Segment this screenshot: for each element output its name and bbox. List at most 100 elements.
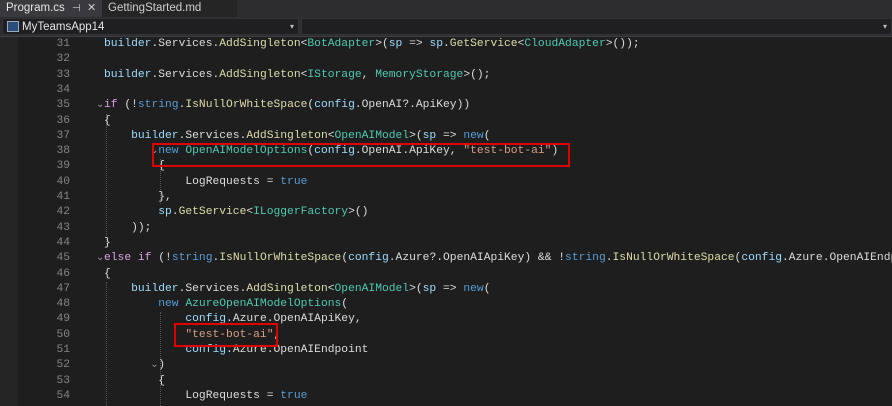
code-token: sp (422, 129, 437, 142)
code-line[interactable]: 43)); (0, 221, 892, 236)
line-number: 31 (56, 38, 70, 50)
code-line[interactable]: 47 builder.Services.AddSingleton<OpenAIMo… (0, 282, 892, 297)
line-number: 33 (56, 68, 70, 81)
code-line[interactable]: 31 builder.Services.AddSingleton<BotAdapt… (0, 37, 892, 52)
code-token: config (348, 252, 389, 265)
code-token: ( (483, 282, 491, 295)
code-line[interactable]: 40 LogRequests = true (0, 175, 892, 190)
code-token: config (741, 252, 783, 265)
code-token: AddSingleton (219, 38, 301, 50)
member-dropdown[interactable]: ▾ (301, 18, 892, 35)
highlight-box-azure-deployment (174, 323, 278, 347)
tab-program-cs[interactable]: Program.cs ⊣ ✕ (0, 0, 102, 17)
code-token: config (314, 99, 355, 112)
line-number: 34 (56, 83, 70, 96)
close-icon[interactable]: ✕ (87, 0, 96, 17)
code-line[interactable]: 53 { (0, 374, 892, 389)
code-line[interactable]: 34 (0, 83, 892, 98)
code-line[interactable]: 45 ⌄ else if (!string.IsNullOrWhiteSpace(c… (0, 251, 892, 266)
code-token: { (158, 374, 166, 387)
code-token: CloudAdapter (524, 38, 606, 50)
code-token: LogRequests = (185, 389, 281, 402)
code-token: >(); (463, 68, 491, 81)
code-token: .Azure?.OpenAIApiKey) && ! (388, 252, 566, 265)
code-token: < (327, 282, 335, 295)
code-token: string (565, 252, 606, 265)
code-token: new (158, 298, 179, 311)
code-token: GetService (178, 206, 247, 219)
code-text: else if (!string.IsNullOrWhiteSpace(conf… (104, 251, 892, 266)
tab-getting-started-md[interactable]: GettingStarted.md (102, 0, 237, 17)
code-text: { (158, 374, 165, 389)
code-token: { (104, 114, 111, 127)
code-token: IsNullOrWhiteSpace (185, 99, 308, 112)
pin-icon[interactable]: ⊣ (72, 0, 81, 17)
chevron-down-icon[interactable]: ▾ (883, 19, 887, 35)
code-token: ) (158, 359, 166, 372)
line-number: 43 (56, 221, 70, 234)
code-token: builder (131, 129, 179, 142)
tab-label: Program.cs (6, 2, 65, 14)
code-line[interactable]: 54 LogRequests = true (0, 389, 892, 404)
line-number: 36 (56, 114, 70, 127)
code-line[interactable]: 35 ⌄ if (!string.IsNullOrWhiteSpace(config… (0, 98, 892, 113)
code-line[interactable]: 51 config.Azure.OpenAIEndpoint (0, 343, 892, 358)
code-token: true (280, 389, 308, 402)
line-number: 48 (56, 298, 70, 311)
code-text: builder.Services.AddSingleton<BotAdapter… (104, 37, 640, 52)
code-token: AddSingleton (246, 282, 328, 295)
code-line[interactable]: 46 { (0, 267, 892, 282)
line-number: 53 (56, 374, 70, 387)
code-token: >( (409, 129, 423, 142)
code-token: BotAdapter (307, 38, 376, 50)
code-token: .Services. (151, 68, 220, 81)
code-text: { (104, 114, 111, 129)
code-text: ) (158, 358, 165, 373)
code-line[interactable]: 50 "test-bot-ai", (0, 328, 892, 343)
code-text: LogRequests = true (185, 175, 307, 190)
code-text: builder.Services.AddSingleton<OpenAIMode… (131, 129, 490, 144)
code-line[interactable]: 42 sp.GetService<ILoggerFactory>() (0, 205, 892, 220)
code-line[interactable]: 49 config.Azure.OpenAIApiKey, (0, 312, 892, 327)
code-token: OpenAIModel (334, 282, 410, 295)
code-token: .OpenAI?.ApiKey)) (354, 99, 471, 112)
line-number: 32 (56, 53, 70, 66)
code-token: GetService (449, 38, 518, 50)
line-number: 52 (56, 359, 70, 372)
code-line[interactable]: 33 builder.Services.AddSingleton<IStorage… (0, 68, 892, 83)
code-token: AddSingleton (219, 68, 301, 81)
code-token: AzureOpenAIModelOptions (185, 298, 342, 311)
code-line[interactable]: 36 { (0, 114, 892, 129)
code-text: { (104, 267, 111, 282)
code-text: } (104, 236, 111, 251)
code-token: } (104, 236, 111, 249)
code-token: ( (483, 129, 491, 142)
code-editor[interactable]: 31 builder.Services.AddSingleton<BotAdapt… (0, 37, 892, 406)
code-token: sp (158, 206, 172, 219)
code-text: )); (131, 221, 151, 236)
code-token: => (436, 129, 464, 142)
code-line[interactable]: 32 (0, 52, 892, 67)
line-number: 51 (56, 344, 70, 356)
line-number: 49 (56, 313, 70, 326)
code-line[interactable]: 52 ⌄) (0, 358, 892, 373)
code-line[interactable]: 37 builder.Services.AddSingleton<OpenAIMo… (0, 129, 892, 144)
code-line[interactable]: 41}, (0, 190, 892, 205)
line-number: 38 (56, 145, 70, 158)
code-token: }, (158, 191, 172, 203)
code-token: IsNullOrWhiteSpace (612, 252, 735, 265)
project-dropdown[interactable]: MyTeamsApp14 ▾ (2, 18, 299, 35)
code-text: }, (158, 190, 172, 205)
line-number: 45 (56, 252, 70, 265)
code-token: builder (131, 282, 179, 295)
code-token: { (104, 267, 111, 280)
code-token: . (171, 206, 179, 219)
chevron-down-icon[interactable]: ▾ (290, 19, 294, 35)
navigation-bar: MyTeamsApp14 ▾ ▾ (0, 17, 892, 37)
code-line[interactable]: 44} (0, 236, 892, 251)
code-token: IStorage (307, 68, 362, 81)
line-number: 39 (56, 160, 70, 173)
project-icon (7, 21, 19, 32)
code-token: => (402, 38, 430, 50)
code-line[interactable]: 48 new AzureOpenAIModelOptions( (0, 297, 892, 312)
